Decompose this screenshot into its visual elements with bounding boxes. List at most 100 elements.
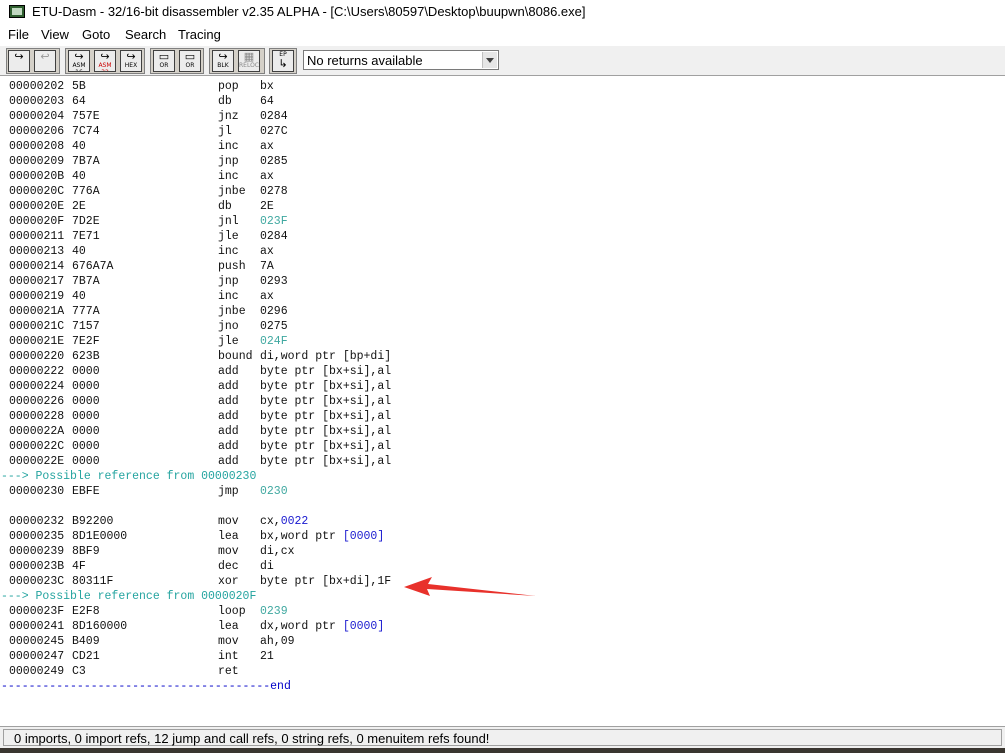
operand-text: byte ptr [bx+si],al	[260, 410, 392, 423]
instruction-mnemonic: inc	[218, 245, 239, 258]
instruction-mnemonic: jnbe	[218, 185, 246, 198]
instruction-mnemonic: jle	[218, 230, 239, 243]
instruction-operands: 64	[260, 94, 274, 109]
reloc-button[interactable]: ▦ RELOC	[238, 50, 260, 72]
instruction-bytes: EBFE	[72, 485, 100, 498]
instruction-bytes: 0000	[72, 380, 100, 393]
instruction-address: 00000226	[9, 395, 65, 408]
title-bar: ETU-Dasm - 32/16-bit disassembler v2.35 …	[0, 0, 1005, 24]
menu-goto[interactable]: Goto	[82, 27, 110, 42]
hex-icon: ↪	[126, 50, 136, 63]
instruction-operands: 2E	[260, 199, 274, 214]
instruction-address: 0000021A	[9, 305, 65, 318]
instruction-mnemonic: jnp	[218, 275, 239, 288]
returns-combobox[interactable]: No returns available	[303, 50, 499, 70]
asm16-icon: ↪	[74, 50, 84, 63]
instruction-bytes: 8D1E0000	[72, 530, 128, 543]
instruction-mnemonic: jmp	[218, 485, 239, 498]
instruction-bytes: 777A	[72, 305, 100, 318]
hex-button[interactable]: ↪ HEX	[120, 50, 142, 72]
operand-text: ax	[260, 290, 274, 303]
instruction-address: 00000222	[9, 365, 65, 378]
menu-tracing[interactable]: Tracing	[178, 27, 221, 42]
instruction-bytes: 5B	[72, 80, 86, 93]
instruction-operands: ax	[260, 244, 274, 259]
instruction-mnemonic: push	[218, 260, 246, 273]
disassembly-listing[interactable]: 00000202 5B pop bx 00000203 64 db 64 00000204 757…	[0, 78, 1005, 726]
instruction-bytes: 8D160000	[72, 620, 128, 633]
instruction-address: 0000020E	[9, 200, 65, 213]
instruction-operands: 0296	[260, 304, 288, 319]
instruction-mnemonic: lea	[218, 530, 239, 543]
instruction-mnemonic: loop	[218, 605, 246, 618]
instruction-address: 0000020B	[9, 170, 65, 183]
instruction-mnemonic: jnp	[218, 155, 239, 168]
status-panel: 0 imports, 0 import refs, 12 jump and ca…	[3, 729, 1002, 746]
instruction-address: 0000023F	[9, 605, 65, 618]
blk-button[interactable]: ↪ BLK	[212, 50, 234, 72]
operand-text: byte ptr [bx+di],1F	[260, 575, 392, 588]
instruction-address: 00000208	[9, 140, 65, 153]
operand-text: 023F	[260, 215, 288, 228]
instruction-address: 0000020F	[9, 215, 65, 228]
operand-text: 2E	[260, 200, 274, 213]
instruction-bytes: CD21	[72, 650, 100, 663]
instruction-address: 0000022C	[9, 440, 65, 453]
instruction-address: 0000022A	[9, 425, 65, 438]
menu-bar: File View Goto Search Tracing	[0, 25, 1005, 45]
instruction-mnemonic: jno	[218, 320, 239, 333]
menu-file[interactable]: File	[8, 27, 29, 42]
goto-back-button[interactable]: ↩	[34, 50, 56, 72]
instruction-bytes: 623B	[72, 350, 100, 363]
operand-memory: 0022	[280, 515, 309, 528]
asm32-icon: ↪	[100, 50, 110, 63]
instruction-operands: 0278	[260, 184, 288, 199]
operand-text: 0275	[260, 320, 288, 333]
instruction-operands: 0275	[260, 319, 288, 334]
instruction-bytes: 40	[72, 170, 86, 183]
instruction-mnemonic: bound	[218, 350, 253, 363]
instruction-mnemonic: inc	[218, 140, 239, 153]
instruction-operands: 0230	[260, 484, 288, 499]
returns-combobox-value: No returns available	[307, 53, 423, 68]
instruction-operands: 0284	[260, 109, 288, 124]
goto-button[interactable]: ↪	[8, 50, 30, 72]
asm32-button[interactable]: ↪ASM 32	[94, 50, 116, 72]
instruction-bytes: 0000	[72, 395, 100, 408]
instruction-operands: byte ptr [bx+si],al	[260, 439, 391, 454]
operand-text: di,word ptr [bp+di]	[260, 350, 392, 363]
operand-text: 7A	[260, 260, 274, 273]
instruction-address: 00000202	[9, 80, 65, 93]
instruction-mnemonic: jl	[218, 125, 232, 138]
instruction-operands: di,cx	[260, 544, 295, 559]
ep-button[interactable]: EP ↳	[272, 50, 294, 72]
instruction-bytes: 2E	[72, 200, 86, 213]
instruction-mnemonic: jnz	[218, 110, 239, 123]
instruction-operands: byte ptr [bx+si],al	[260, 364, 391, 379]
operand-text: ax	[260, 170, 274, 183]
toolbar-group-blk: ↪ BLK ▦ RELOC	[209, 48, 265, 74]
operand-text: ax	[260, 245, 274, 258]
or-button[interactable]: ▭ OR	[153, 50, 175, 72]
instruction-bytes: 4F	[72, 560, 86, 573]
asm16-button[interactable]: ↪ASM 16	[68, 50, 90, 72]
menu-view[interactable]: View	[41, 27, 69, 42]
instruction-address: 00000203	[9, 95, 65, 108]
or-icon: ▭	[158, 50, 170, 63]
instruction-mnemonic: inc	[218, 170, 239, 183]
menu-search[interactable]: Search	[125, 27, 166, 42]
instruction-operands: di	[260, 559, 274, 574]
instruction-bytes: 0000	[72, 410, 100, 423]
chevron-down-icon[interactable]	[482, 52, 497, 68]
instruction-mnemonic: jnbe	[218, 305, 246, 318]
or-alt-button[interactable]: ▭ OR	[179, 50, 201, 72]
instruction-bytes: 80311F	[72, 575, 114, 588]
instruction-bytes: 40	[72, 290, 86, 303]
instruction-mnemonic: db	[218, 95, 232, 108]
instruction-bytes: 7157	[72, 320, 100, 333]
goto-arrow-icon: ↪	[14, 50, 24, 63]
instruction-bytes: 676A7A	[72, 260, 114, 273]
instruction-operands: 023F	[260, 214, 288, 229]
instruction-mnemonic: int	[218, 650, 239, 663]
instruction-address: 00000220	[9, 350, 65, 363]
